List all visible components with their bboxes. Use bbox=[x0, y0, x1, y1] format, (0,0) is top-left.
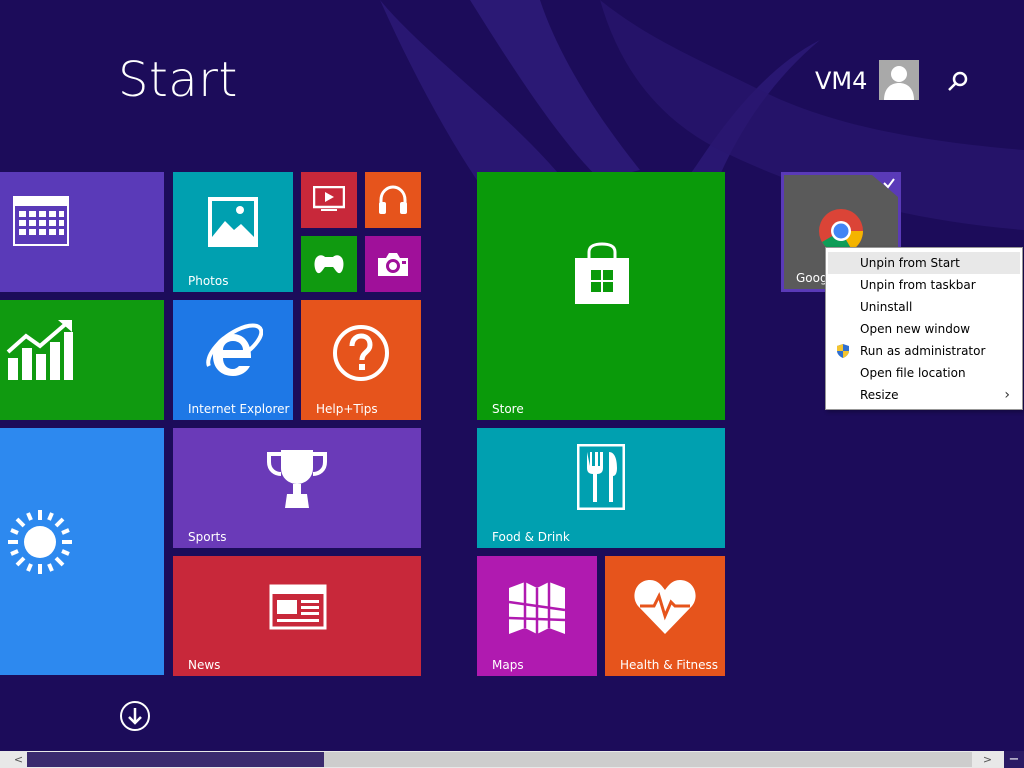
heart-pulse-icon bbox=[634, 580, 696, 634]
newspaper-icon bbox=[269, 584, 327, 630]
tile-help-tips[interactable]: Help+Tips bbox=[301, 300, 421, 420]
menu-item-label: Open new window bbox=[860, 322, 971, 336]
semantic-zoom-button[interactable]: − bbox=[1004, 751, 1024, 768]
map-icon bbox=[508, 582, 566, 634]
tile-photos[interactable]: Photos bbox=[173, 172, 293, 292]
menu-item-unpin-from-start[interactable]: Unpin from Start bbox=[828, 252, 1020, 274]
tile-store[interactable]: Store bbox=[477, 172, 725, 420]
tile-food-drink-label: Food & Drink bbox=[492, 530, 570, 544]
tile-sports[interactable]: Sports bbox=[173, 428, 421, 548]
submenu-arrow-icon: › bbox=[1004, 387, 1010, 403]
calendar-icon bbox=[13, 196, 69, 246]
user-silhouette-icon bbox=[884, 66, 914, 100]
headphones-icon bbox=[379, 185, 407, 214]
help-question-icon bbox=[333, 325, 389, 381]
menu-item-uninstall[interactable]: Uninstall bbox=[826, 296, 1022, 318]
tile-maps[interactable]: Maps bbox=[477, 556, 597, 676]
arrow-down-circle-icon bbox=[120, 701, 150, 731]
user-avatar[interactable] bbox=[879, 60, 919, 100]
tile-games[interactable] bbox=[301, 236, 357, 292]
photos-icon bbox=[208, 197, 258, 247]
store-bag-icon bbox=[575, 242, 629, 304]
menu-item-label: Unpin from Start bbox=[860, 256, 960, 270]
uac-shield-icon bbox=[837, 344, 849, 358]
tile-maps-label: Maps bbox=[492, 658, 524, 672]
internet-explorer-icon bbox=[206, 323, 263, 376]
menu-item-run-as-administrator[interactable]: Run as administrator bbox=[826, 340, 1022, 362]
menu-item-label: Open file location bbox=[860, 366, 966, 380]
context-menu: Unpin from Start Unpin from taskbar Unin… bbox=[825, 247, 1023, 410]
tile-news-label: News bbox=[188, 658, 221, 672]
tile-calendar[interactable] bbox=[0, 172, 164, 292]
fork-knife-icon bbox=[577, 444, 625, 510]
tile-camera[interactable] bbox=[365, 236, 421, 292]
tile-google-chrome-label: Goog bbox=[796, 271, 828, 285]
menu-item-open-file-location[interactable]: Open file location bbox=[826, 362, 1022, 384]
selected-checkmark-icon bbox=[872, 175, 898, 197]
menu-item-label: Resize bbox=[860, 388, 899, 402]
menu-item-label: Unpin from taskbar bbox=[860, 278, 976, 292]
all-apps-button[interactable] bbox=[119, 700, 151, 732]
tile-internet-explorer-label: Internet Explorer bbox=[188, 402, 290, 416]
tile-video[interactable] bbox=[301, 172, 357, 228]
menu-item-open-new-window[interactable]: Open new window bbox=[826, 318, 1022, 340]
video-icon bbox=[313, 186, 345, 211]
tile-sports-label: Sports bbox=[188, 530, 227, 544]
tile-health-fitness-label: Health & Fitness bbox=[620, 658, 718, 672]
menu-item-unpin-from-taskbar[interactable]: Unpin from taskbar bbox=[826, 274, 1022, 296]
user-name[interactable]: VM4 bbox=[815, 66, 867, 96]
tile-food-drink[interactable]: Food & Drink bbox=[477, 428, 725, 548]
horizontal-scrollbar[interactable]: < > − bbox=[0, 751, 1024, 768]
search-icon bbox=[948, 71, 968, 91]
tile-internet-explorer[interactable]: Internet Explorer bbox=[173, 300, 293, 420]
tile-news[interactable]: News bbox=[173, 556, 421, 676]
game-controller-icon bbox=[314, 255, 344, 274]
tile-health-fitness[interactable]: Health & Fitness bbox=[605, 556, 725, 676]
trophy-icon bbox=[267, 450, 327, 508]
sun-icon bbox=[8, 510, 72, 574]
menu-item-resize[interactable]: Resize › bbox=[826, 384, 1022, 406]
scrollbar-thumb[interactable] bbox=[324, 752, 972, 767]
tile-music[interactable] bbox=[365, 172, 421, 228]
tile-store-label: Store bbox=[492, 402, 524, 416]
scroll-left-button[interactable]: < bbox=[10, 751, 27, 768]
tile-help-tips-label: Help+Tips bbox=[316, 402, 378, 416]
tile-weather[interactable] bbox=[0, 428, 164, 675]
scrollbar-track[interactable] bbox=[27, 752, 324, 767]
finance-chart-icon bbox=[6, 320, 73, 380]
menu-item-label: Run as administrator bbox=[860, 344, 986, 358]
camera-icon bbox=[378, 253, 408, 276]
tile-photos-label: Photos bbox=[188, 274, 229, 288]
search-button[interactable] bbox=[944, 68, 972, 96]
scroll-right-button[interactable]: > bbox=[979, 751, 996, 768]
tile-finance[interactable] bbox=[0, 300, 164, 420]
menu-item-label: Uninstall bbox=[860, 300, 913, 314]
start-title: Start bbox=[118, 52, 238, 108]
